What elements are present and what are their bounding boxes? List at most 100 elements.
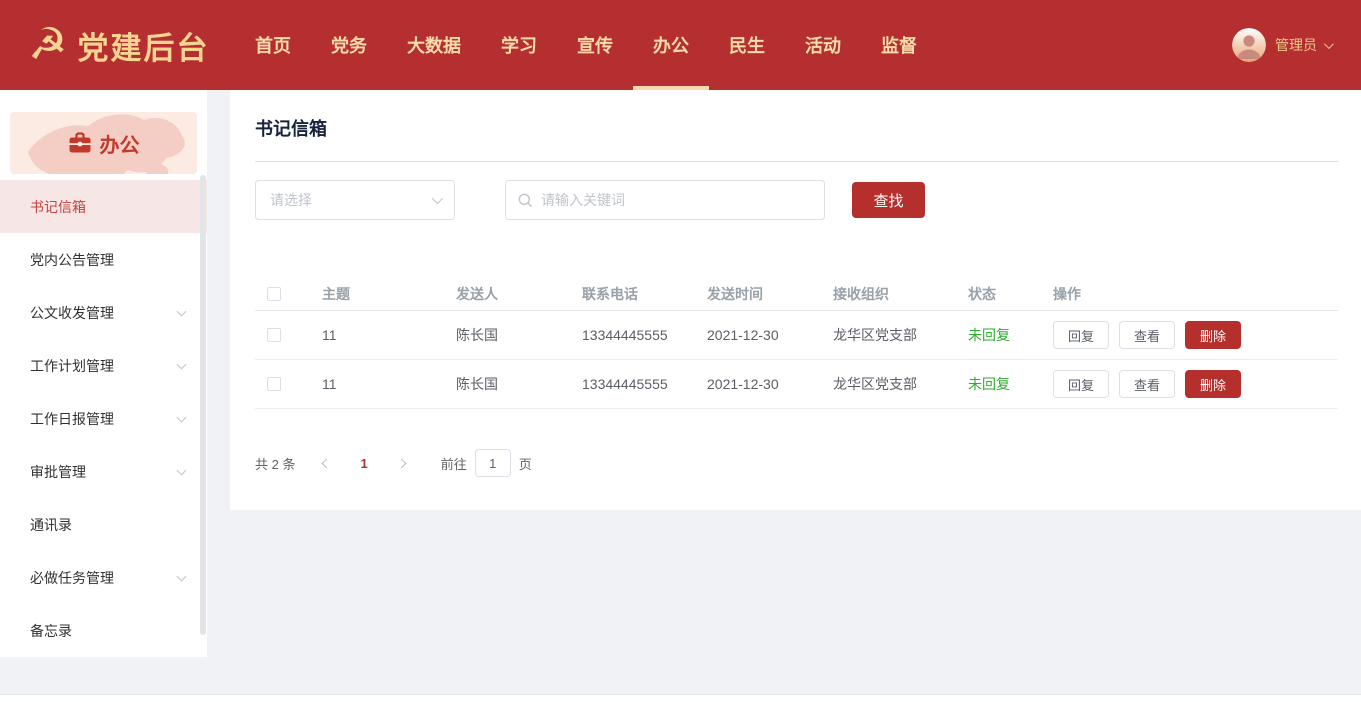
sidebar-item-memo[interactable]: 备忘录 [0,604,207,657]
main-nav: 首页 党务 大数据 学习 宣传 办公 民生 活动 监督 [235,0,937,90]
footer-strip [0,694,1361,702]
nav-item-activities[interactable]: 活动 [785,0,861,90]
cell-phone: 13344445555 [582,376,668,392]
content-panel: 书记信箱 请选择 查找 主题 发送人 联系电话 发送时间 [230,90,1361,510]
nav-item-livelihood[interactable]: 民生 [709,0,785,90]
chevron-down-icon [1323,38,1334,49]
sidebar-item-secretary-mailbox[interactable]: 书记信箱 [0,180,207,233]
view-button[interactable]: 查看 [1119,370,1175,398]
sidebar-section-header: 办公 [10,112,197,174]
sidebar-item-daily-report[interactable]: 工作日报管理 [0,392,207,445]
search-input[interactable] [541,192,812,208]
column-header-send-time: 发送时间 [707,285,763,302]
sidebar-item-label: 公文收发管理 [30,304,114,321]
cell-receiving-org: 龙华区党支部 [833,376,917,392]
page-body: 办公 书记信箱 党内公告管理 公文收发管理 工作计划管理 工作日报管理 审批管理… [0,90,1361,702]
page-unit-label: 页 [518,456,532,472]
user-name: 管理员 [1275,37,1317,53]
sidebar-item-required-tasks[interactable]: 必做任务管理 [0,551,207,604]
chevron-down-icon [176,571,187,581]
search-icon [518,193,533,207]
sidebar-section-label: 办公 [99,134,140,157]
chevron-down-icon [176,412,187,422]
table-row: 11 陈长国 13344445555 2021-12-30 龙华区党支部 未回复… [255,360,1338,409]
search-button[interactable]: 查找 [852,182,925,218]
divider [255,161,1338,162]
status-badge: 未回复 [968,376,1010,392]
delete-button[interactable]: 删除 [1185,321,1241,349]
column-header-actions: 操作 [1053,285,1081,302]
status-badge: 未回复 [968,327,1010,343]
goto-label: 前往 [440,456,467,472]
sidebar-item-label: 工作日报管理 [30,410,114,427]
reply-button[interactable]: 回复 [1053,321,1109,349]
next-page-icon[interactable] [396,458,407,468]
cell-send-time: 2021-12-30 [707,327,779,343]
cell-subject: 11 [322,327,337,343]
cell-receiving-org: 龙华区党支部 [833,327,917,343]
nav-item-study[interactable]: 学习 [481,0,557,90]
sidebar-item-label: 党内公告管理 [30,251,114,268]
sidebar-item-label: 书记信箱 [30,198,86,215]
sidebar-item-approval[interactable]: 审批管理 [0,445,207,498]
page-number-current[interactable]: 1 [360,456,367,471]
chevron-down-icon [176,306,187,316]
nav-item-office[interactable]: 办公 [633,0,709,90]
column-header-receiving-org: 接收组织 [833,285,889,302]
chevron-down-icon [176,359,187,369]
avatar [1232,28,1266,62]
row-checkbox[interactable] [267,377,281,391]
nav-item-home[interactable]: 首页 [235,0,311,90]
chevron-down-icon [431,192,444,205]
nav-item-party-affairs[interactable]: 党务 [311,0,387,90]
row-checkbox[interactable] [267,328,281,342]
goto-page-input[interactable] [474,449,511,477]
search-box [505,180,825,220]
sidebar-item-party-announcements[interactable]: 党内公告管理 [0,233,207,286]
sidebar-menu: 书记信箱 党内公告管理 公文收发管理 工作计划管理 工作日报管理 审批管理 通讯… [0,180,207,657]
select-all-checkbox[interactable] [267,286,281,301]
cell-send-time: 2021-12-30 [707,376,779,392]
table-row: 11 陈长国 13344445555 2021-12-30 龙华区党支部 未回复… [255,311,1338,360]
category-select[interactable]: 请选择 [255,180,455,220]
table-header-row: 主题 发送人 联系电话 发送时间 接收组织 状态 操作 [255,277,1338,311]
sidebar-item-contacts[interactable]: 通讯录 [0,498,207,551]
sidebar-item-document-dispatch[interactable]: 公文收发管理 [0,286,207,339]
nav-item-supervision[interactable]: 监督 [861,0,937,90]
sidebar-item-label: 工作计划管理 [30,357,114,374]
cell-subject: 11 [322,376,337,392]
page-title: 书记信箱 [255,119,327,139]
column-header-sender: 发送人 [456,285,498,302]
delete-button[interactable]: 删除 [1185,370,1241,398]
total-count: 共 2 条 [255,456,296,472]
column-header-phone: 联系电话 [582,285,638,302]
sidebar: 办公 书记信箱 党内公告管理 公文收发管理 工作计划管理 工作日报管理 审批管理… [0,90,207,657]
sidebar-item-label: 必做任务管理 [30,569,114,586]
prev-page-icon[interactable] [322,458,332,468]
sidebar-item-label: 通讯录 [30,516,72,533]
sidebar-item-label: 备忘录 [30,622,72,639]
cell-sender: 陈长国 [456,327,498,343]
column-header-status: 状态 [968,285,996,302]
column-header-subject: 主题 [322,285,350,302]
chevron-down-icon [176,465,187,475]
reply-button[interactable]: 回复 [1053,370,1109,398]
app-header: ☭ 党建后台 首页 党务 大数据 学习 宣传 办公 民生 活动 监督 管理员 [0,0,1361,90]
user-menu[interactable]: 管理员 [1232,28,1361,62]
nav-item-publicity[interactable]: 宣传 [557,0,633,90]
briefcase-icon [69,132,90,153]
party-emblem-icon: ☭ [28,20,68,69]
select-placeholder: 请选择 [270,192,312,208]
app-title: 党建后台 [77,30,210,66]
view-button[interactable]: 查看 [1119,321,1175,349]
sidebar-scrollbar[interactable] [200,175,206,635]
cell-sender: 陈长国 [456,376,498,392]
mail-table: 主题 发送人 联系电话 发送时间 接收组织 状态 操作 11 陈长国 13344… [255,277,1338,409]
pagination: 共 2 条 1 前往 页 [255,449,1338,477]
cell-phone: 13344445555 [582,327,668,343]
nav-item-big-data[interactable]: 大数据 [387,0,481,90]
app-logo: ☭ 党建后台 [0,23,235,68]
sidebar-item-work-plan[interactable]: 工作计划管理 [0,339,207,392]
sidebar-item-label: 审批管理 [30,463,86,480]
filter-bar: 请选择 查找 [255,180,1338,220]
